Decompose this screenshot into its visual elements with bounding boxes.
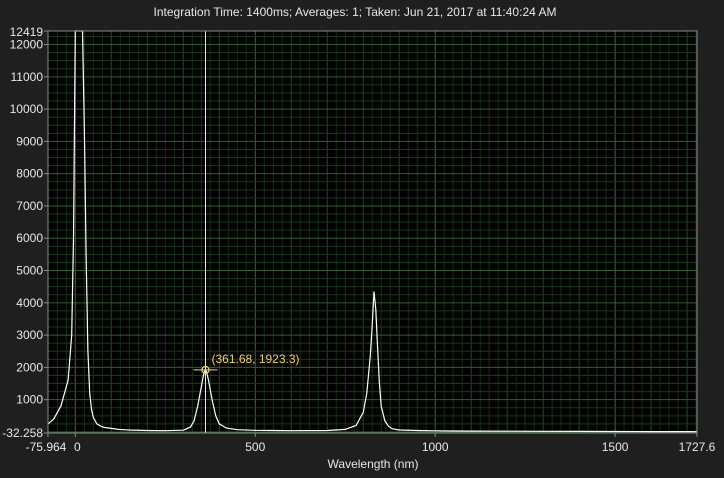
y-tick-label: 10000	[10, 102, 44, 116]
x-tick-label: 500	[245, 440, 265, 454]
x-axis-label: Wavelength (nm)	[328, 457, 419, 471]
y-tick-label: 11000	[11, 70, 44, 84]
y-tick-label: -32.258	[2, 426, 43, 440]
y-tick-label: 4000	[16, 296, 43, 310]
y-tick-label: 5000	[16, 264, 43, 278]
y-tick-label: 8000	[16, 167, 43, 181]
cursor-readout: (361.68, 1923.3)	[211, 352, 299, 366]
y-tick-label: 12000	[10, 38, 44, 52]
y-tick-label: 1000	[16, 393, 43, 407]
x-tick-label: -75.964	[26, 440, 67, 454]
x-tick-label: 0	[74, 440, 81, 454]
y-tick-label: 9000	[16, 134, 43, 148]
chart-title: Integration Time: 1400ms; Averages: 1; T…	[154, 5, 557, 19]
spectrum-chart: Integration Time: 1400ms; Averages: 1; T…	[0, 0, 724, 478]
y-tick-label: 6000	[16, 231, 43, 245]
x-tick-label: 1000	[422, 440, 449, 454]
y-tick-label: 3000	[16, 328, 43, 342]
x-tick-label: 1500	[602, 440, 629, 454]
y-tick-label: 12419	[10, 25, 44, 39]
y-tick-label: 7000	[16, 199, 43, 213]
y-tick-label: 2000	[16, 360, 43, 374]
x-tick-label: 1727.6	[679, 440, 716, 454]
